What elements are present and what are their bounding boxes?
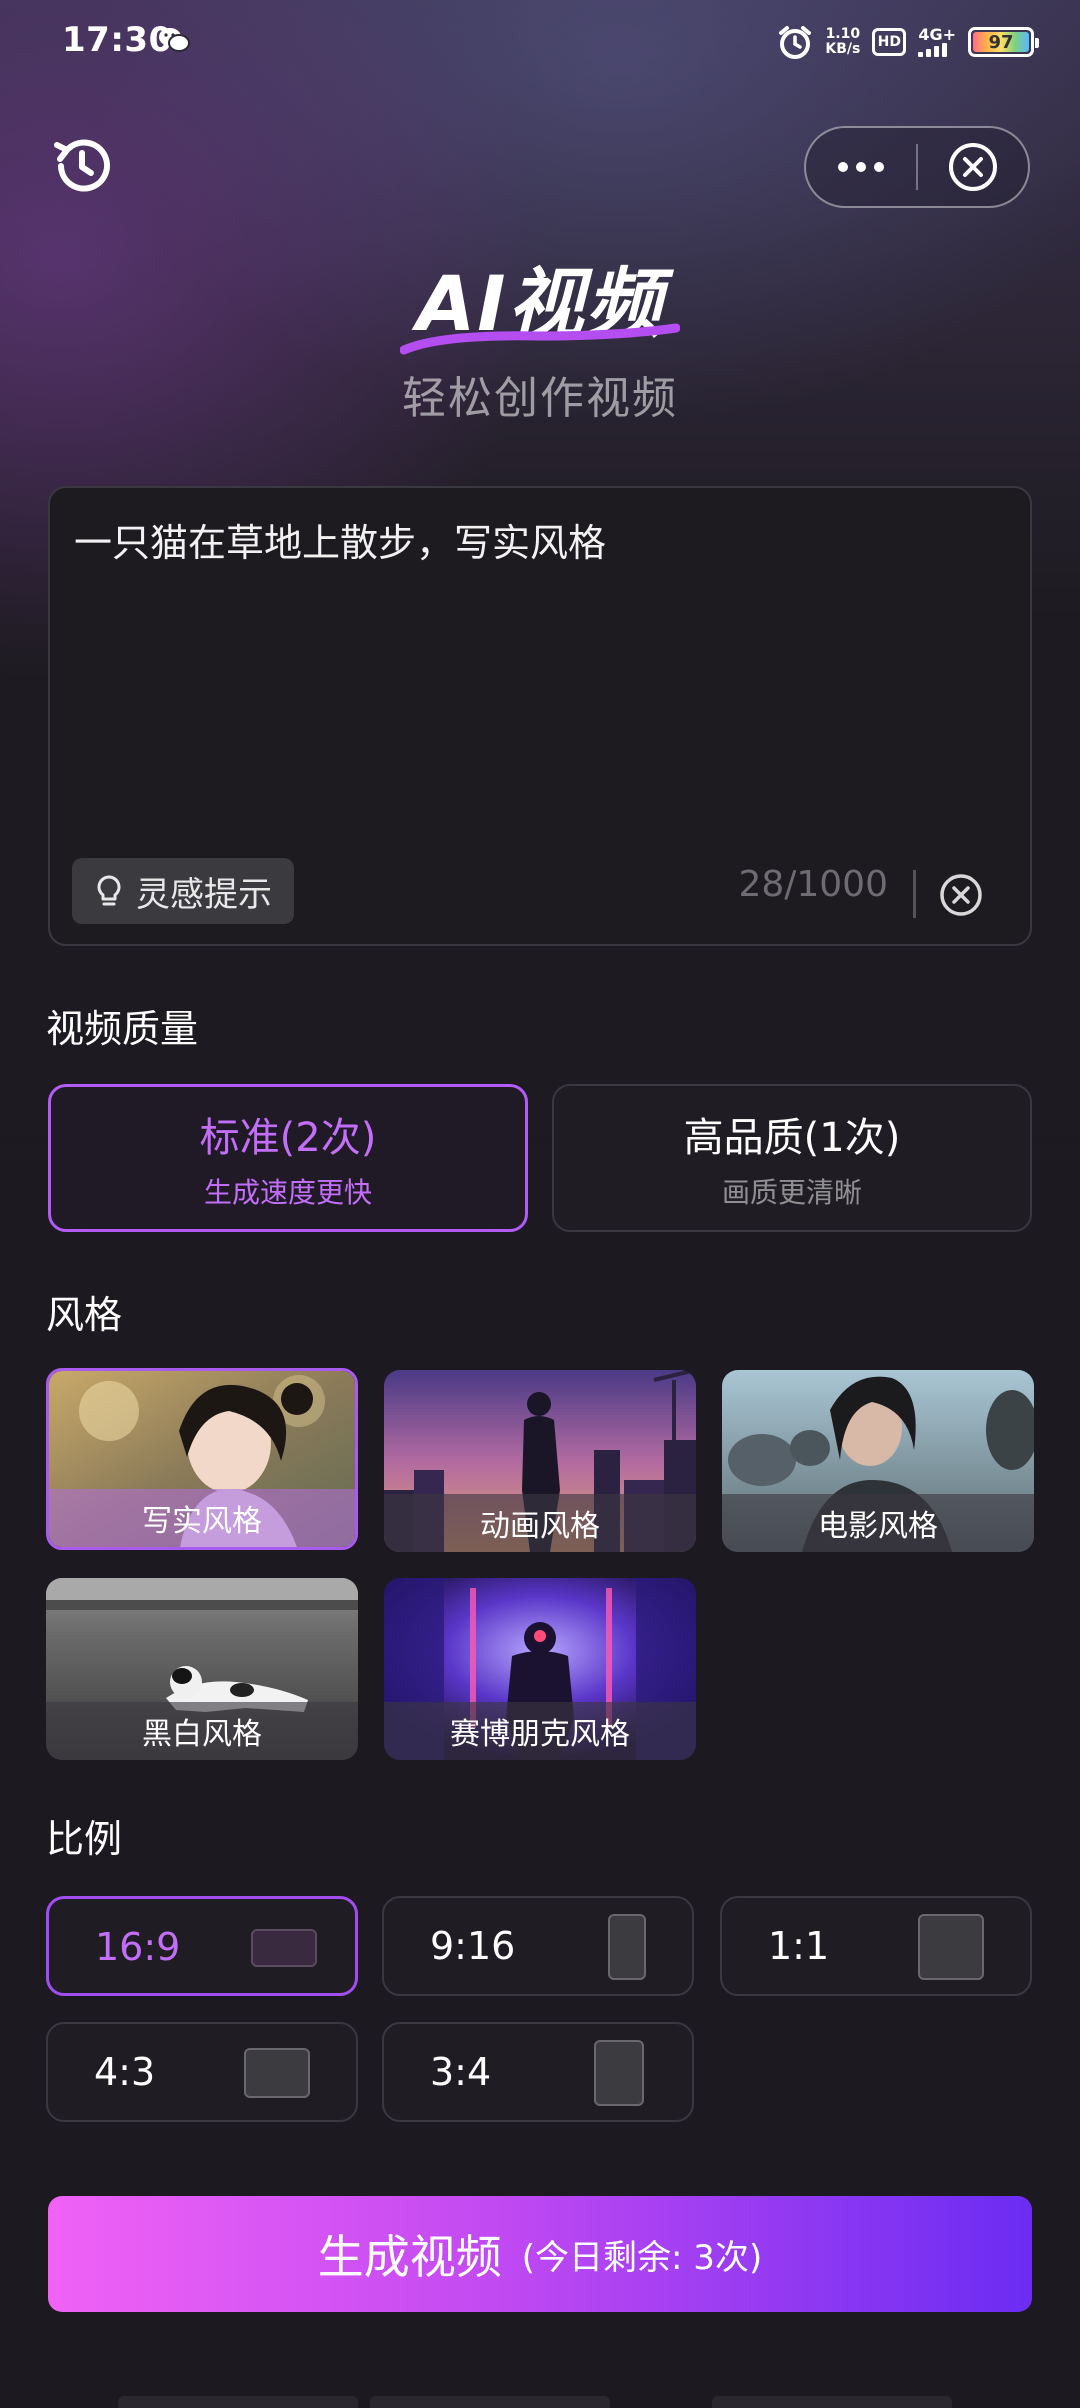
app-subtitle: 轻松创作视频 [402,373,678,424]
quality-option-standard[interactable]: 标准(2次) 生成速度更快 [48,1084,528,1232]
ratio-9-16-icon [608,1914,646,1980]
style-label: 写实风格 [49,1489,355,1547]
more-button[interactable] [806,128,916,206]
character-count: 28/1000 [738,864,888,905]
bottom-tab-edge [370,2396,610,2408]
style-option-cyberpunk[interactable]: 赛博朋克风格 [384,1578,696,1760]
quality-section-label: 视频质量 [46,1007,199,1051]
generate-video-button[interactable]: 生成视频 (今日剩余: 3次) [48,2196,1032,2312]
ratio-option-4-3[interactable]: 4:3 [46,2022,358,2122]
inspiration-button[interactable]: 灵感提示 [72,858,294,924]
ratio-3-4-icon [594,2040,644,2106]
style-label: 赛博朋克风格 [384,1702,696,1760]
style-option-film[interactable]: 电影风格 [722,1370,1034,1552]
mini-program-capsule [804,126,1030,208]
style-option-realistic[interactable]: 写实风格 [46,1368,358,1550]
close-button[interactable] [918,128,1028,206]
remaining-count: (今日剩余: 3次) [521,2237,763,2278]
network-speed-value: 1.10 [825,26,861,42]
status-icons: 1.10 KB/s HD 4G+ 97 [777,22,1039,62]
quality-subtitle: 画质更清晰 [721,1176,862,1209]
ratio-label: 16:9 [95,1925,181,1969]
style-label: 黑白风格 [46,1702,358,1760]
quality-title: 标准(2次) [199,1115,377,1161]
count-divider [913,870,916,918]
ratio-4-3-icon [244,2048,310,2098]
quality-title: 高品质(1次) [683,1115,901,1161]
ratio-label: 4:3 [94,2050,156,2094]
ratio-label: 1:1 [768,1924,830,1968]
ratio-16-9-icon [251,1929,317,1967]
style-label: 动画风格 [384,1494,696,1552]
ratio-1-1-icon [918,1914,984,1980]
quality-subtitle: 生成速度更快 [203,1176,372,1209]
clear-text-button[interactable] [938,872,984,918]
history-button[interactable] [44,128,120,204]
ratio-option-3-4[interactable]: 3:4 [382,2022,694,2122]
bottom-tab-edge [118,2396,358,2408]
network-speed-unit: KB/s [825,41,861,57]
hd-badge: HD [872,28,907,56]
ratio-option-16-9[interactable]: 16:9 [46,1896,358,1996]
network-speed: 1.10 KB/s [825,27,860,57]
ratio-label: 3:4 [430,2050,492,2094]
style-section-label: 风格 [46,1293,123,1337]
generate-label: 生成视频 [317,2230,502,2284]
wechat-icon [159,28,190,52]
history-icon [54,139,110,192]
ratio-section-label: 比例 [46,1817,123,1861]
alarm-icon [779,26,812,59]
battery-level: 97 [973,32,1029,53]
signal-icon: 4G+ [918,27,956,57]
quality-option-high[interactable]: 高品质(1次) 画质更清晰 [552,1084,1032,1232]
close-icon [949,143,997,191]
bottom-tab-edge [712,2396,952,2408]
ratio-label: 9:16 [430,1924,516,1968]
status-time: 17:30 [62,20,173,60]
ratio-option-1-1[interactable]: 1:1 [720,1896,1032,1996]
title-underline-decoration [400,323,680,355]
lightbulb-icon [97,875,121,906]
ratio-option-9-16[interactable]: 9:16 [382,1896,694,1996]
battery-icon: 97 [968,27,1039,57]
style-label: 电影风格 [722,1494,1034,1552]
style-option-black-white[interactable]: 黑白风格 [46,1578,358,1760]
network-type: 4G+ [918,25,956,44]
style-option-animation[interactable]: 动画风格 [384,1370,696,1552]
inspiration-label: 灵感提示 [136,874,272,915]
prompt-text[interactable]: 一只猫在草地上散步，写实风格 [74,512,606,567]
prompt-input-box[interactable]: 一只猫在草地上散步，写实风格 灵感提示 28/1000 [48,486,1032,946]
